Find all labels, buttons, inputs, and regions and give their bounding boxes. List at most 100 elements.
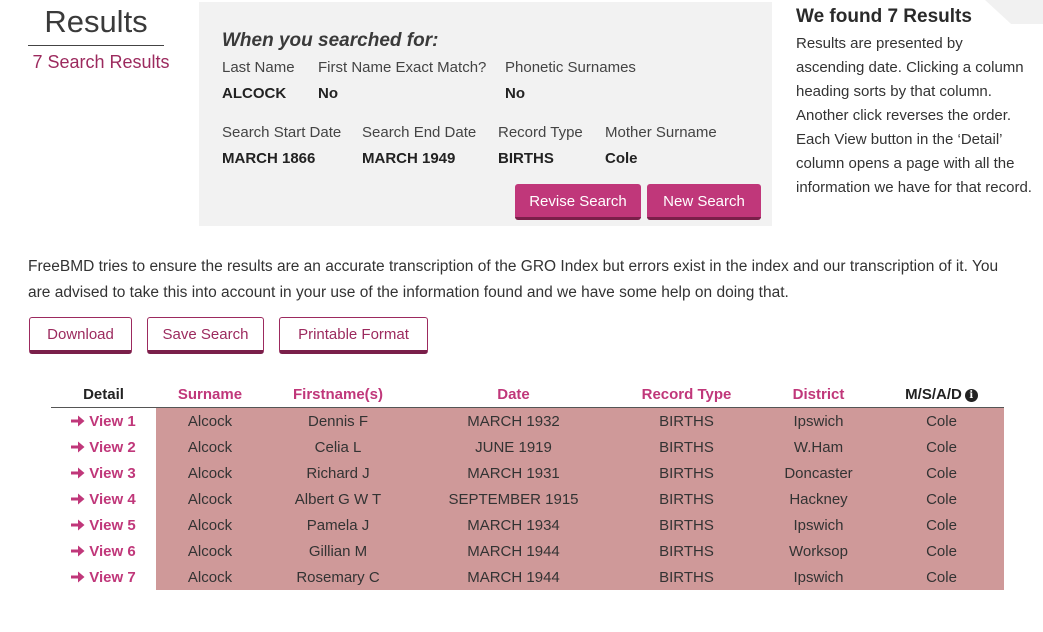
table-row: View 4 Alcock Albert G W T SEPTEMBER 1915 BI… — [51, 486, 1004, 512]
arrow-right-icon — [71, 415, 85, 426]
cell-district: W.Ham — [758, 434, 879, 460]
cell-date: MARCH 1944 — [412, 538, 615, 564]
table-row: View 3 Alcock Richard J MARCH 1931 BIRTHS Don… — [51, 460, 1004, 486]
arrow-right-icon — [71, 493, 85, 504]
cell-msad: Cole — [879, 434, 1004, 460]
corner-decoration — [985, 0, 1043, 24]
view-link[interactable]: View 1 — [51, 407, 156, 434]
info-icon[interactable]: i — [964, 389, 978, 402]
end-date-label: Search End Date — [362, 124, 477, 141]
cell-surname: Alcock — [156, 512, 264, 538]
printable-format-button[interactable]: Printable Format — [279, 317, 428, 354]
accuracy-disclaimer: FreeBMD tries to ensure the results are … — [28, 258, 999, 301]
phonetic-value: No — [505, 85, 525, 102]
table-row: View 1 Alcock Dennis F MARCH 1932 BIRTHS Ipsw… — [51, 407, 1004, 434]
view-link[interactable]: View 2 — [51, 434, 156, 460]
arrow-right-icon — [71, 519, 85, 530]
download-button[interactable]: Download — [29, 317, 132, 354]
column-header-firstnames[interactable]: Firstname(s) — [264, 382, 412, 408]
page-title: Results — [44, 4, 148, 39]
cell-surname: Alcock — [156, 564, 264, 590]
cell-firstnames: Rosemary C — [264, 564, 412, 590]
cell-surname: Alcock — [156, 407, 264, 434]
record-type-label: Record Type — [498, 124, 583, 141]
cell-record-type: BIRTHS — [615, 564, 758, 590]
cell-date: MARCH 1934 — [412, 512, 615, 538]
table-row: View 7 Alcock Rosemary C MARCH 1944 BIRTHS Ip… — [51, 564, 1004, 590]
cell-district: Doncaster — [758, 460, 879, 486]
arrow-right-icon — [71, 571, 85, 582]
view-link[interactable]: View 6 — [51, 538, 156, 564]
revise-search-button[interactable]: Revise Search — [515, 184, 641, 220]
view-link-label: View 7 — [89, 568, 136, 586]
cell-district: Ipswich — [758, 564, 879, 590]
mother-surname-label: Mother Surname — [605, 124, 717, 141]
new-search-button[interactable]: New Search — [647, 184, 761, 220]
cell-msad: Cole — [879, 460, 1004, 486]
cell-msad: Cole — [879, 407, 1004, 434]
start-date-value: MARCH 1866 — [222, 150, 316, 167]
record-type-value: BIRTHS — [498, 150, 554, 167]
cell-msad: Cole — [879, 538, 1004, 564]
table-row: View 6 Alcock Gillian M MARCH 1944 BIRTHS Wor… — [51, 538, 1004, 564]
cell-record-type: BIRTHS — [615, 486, 758, 512]
title-divider — [28, 45, 164, 46]
column-header-msad[interactable]: M/S/A/D i — [879, 382, 1004, 408]
cell-firstnames: Richard J — [264, 460, 412, 486]
cell-surname: Alcock — [156, 486, 264, 512]
cell-record-type: BIRTHS — [615, 407, 758, 434]
search-summary-heading: When you searched for: — [222, 30, 439, 51]
table-row: View 2 Alcock Celia L JUNE 1919 BIRTHS W.Ham C… — [51, 434, 1004, 460]
arrow-right-icon — [71, 545, 85, 556]
msad-header-label: M/S/A/D — [905, 386, 962, 403]
cell-msad: Cole — [879, 486, 1004, 512]
view-link-label: View 1 — [89, 412, 136, 430]
column-header-record-type[interactable]: Record Type — [615, 382, 758, 408]
table-row: View 5 Alcock Pamela J MARCH 1934 BIRTHS Ipsw… — [51, 512, 1004, 538]
cell-surname: Alcock — [156, 538, 264, 564]
cell-record-type: BIRTHS — [615, 460, 758, 486]
cell-firstnames: Gillian M — [264, 538, 412, 564]
cell-record-type: BIRTHS — [615, 512, 758, 538]
first-name-exact-label: First Name Exact Match? — [318, 59, 487, 76]
view-link[interactable]: View 5 — [51, 512, 156, 538]
results-table: Detail Surname Firstname(s) Date Record … — [51, 382, 1004, 590]
end-date-value: MARCH 1949 — [362, 150, 456, 167]
phonetic-label: Phonetic Surnames — [505, 59, 636, 76]
start-date-label: Search Start Date — [222, 124, 342, 141]
cell-firstnames: Celia L — [264, 434, 412, 460]
cell-surname: Alcock — [156, 460, 264, 486]
view-link[interactable]: View 4 — [51, 486, 156, 512]
first-name-exact-value: No — [318, 85, 338, 102]
column-header-district[interactable]: District — [758, 382, 879, 408]
column-header-date[interactable]: Date — [412, 382, 615, 408]
cell-date: JUNE 1919 — [412, 434, 615, 460]
cell-firstnames: Albert G W T — [264, 486, 412, 512]
save-search-button[interactable]: Save Search — [147, 317, 264, 354]
column-header-detail: Detail — [83, 386, 124, 403]
cell-date: SEPTEMBER 1915 — [412, 486, 615, 512]
mother-surname-value: Cole — [605, 150, 638, 167]
arrow-right-icon — [71, 441, 85, 452]
view-link-label: View 6 — [89, 542, 136, 560]
view-link[interactable]: View 3 — [51, 460, 156, 486]
view-link-label: View 4 — [89, 490, 136, 508]
cell-record-type: BIRTHS — [615, 538, 758, 564]
cell-surname: Alcock — [156, 434, 264, 460]
cell-msad: Cole — [879, 512, 1004, 538]
cell-firstnames: Pamela J — [264, 512, 412, 538]
cell-record-type: BIRTHS — [615, 434, 758, 460]
cell-date: MARCH 1932 — [412, 407, 615, 434]
column-header-surname[interactable]: Surname — [156, 382, 264, 408]
cell-date: MARCH 1944 — [412, 564, 615, 590]
cell-district: Worksop — [758, 538, 879, 564]
arrow-right-icon — [71, 467, 85, 478]
view-link[interactable]: View 7 — [51, 564, 156, 590]
view-link-label: View 5 — [89, 516, 136, 534]
view-link-label: View 3 — [89, 464, 136, 482]
cell-district: Ipswich — [758, 512, 879, 538]
cell-date: MARCH 1931 — [412, 460, 615, 486]
cell-msad: Cole — [879, 564, 1004, 590]
last-name-label: Last Name — [222, 59, 295, 76]
results-help-text: Results are presented by ascending date.… — [796, 35, 1032, 196]
